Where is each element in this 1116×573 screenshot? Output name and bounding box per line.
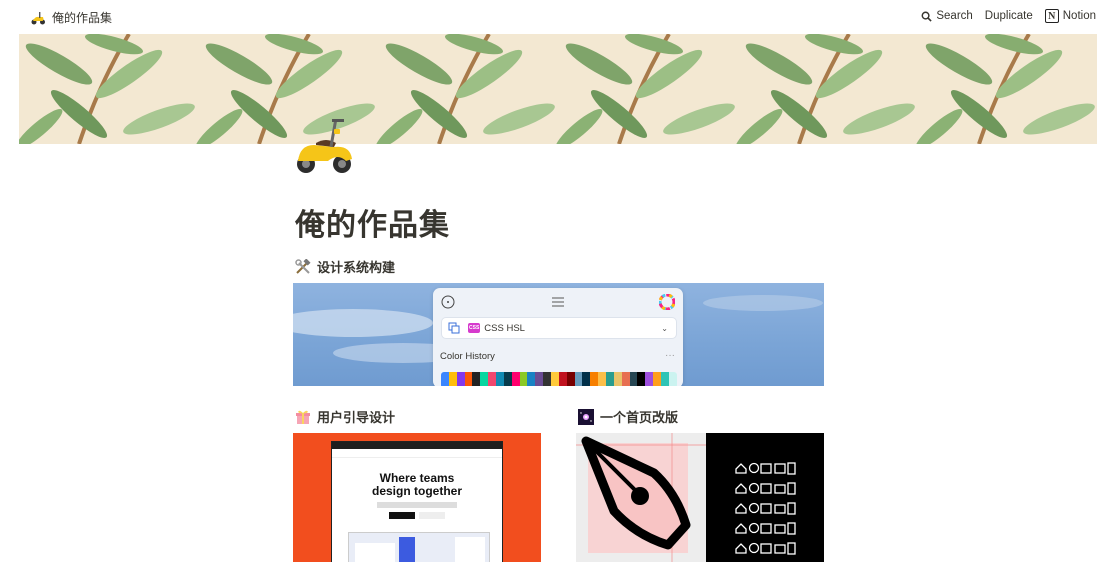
color-swatch[interactable] xyxy=(551,372,559,386)
section-title: 一个首页改版 xyxy=(600,410,679,425)
design-system-card[interactable]: CSS CSS HSL ⌄ Color History ··· xyxy=(293,283,824,386)
color-swatch[interactable] xyxy=(637,372,646,386)
section-title: 设计系统构建 xyxy=(317,260,396,275)
page-title: 俺的作品集 xyxy=(295,209,450,242)
editor-props xyxy=(455,537,485,562)
scooter-icon xyxy=(31,11,45,24)
color-swatch[interactable] xyxy=(527,372,536,386)
browser-titlebar xyxy=(332,442,502,449)
hero-buttons xyxy=(387,512,447,519)
cta-button[interactable] xyxy=(389,512,415,519)
color-swatch[interactable] xyxy=(472,372,481,386)
copy-icon xyxy=(448,322,460,334)
section-heading-design-system: 设计系统构建 xyxy=(295,257,395,276)
pen-tool-illustration xyxy=(576,433,796,562)
format-select-label: CSS HSL xyxy=(484,322,525,334)
hammer-wrench-icon xyxy=(295,258,311,274)
topbar: 俺的作品集 Search Duplicate N Notion xyxy=(0,0,1116,34)
section-title: 用户引导设计 xyxy=(317,410,396,425)
notion-logo-icon: N xyxy=(1044,9,1059,23)
color-swatch[interactable] xyxy=(566,372,575,386)
color-swatch[interactable] xyxy=(613,372,622,386)
search-icon xyxy=(921,11,933,22)
hero-headline-2: design together xyxy=(371,484,462,498)
color-swatch[interactable] xyxy=(598,372,607,386)
page-icon-scooter[interactable] xyxy=(294,115,356,177)
homepage-card[interactable] xyxy=(576,433,824,562)
willow-pattern xyxy=(19,34,1097,144)
hero-subtext xyxy=(377,502,457,508)
color-swatch[interactable] xyxy=(574,372,583,386)
color-swatch[interactable] xyxy=(668,372,677,386)
more-icon[interactable]: ··· xyxy=(665,350,675,361)
color-swatch[interactable] xyxy=(480,372,489,386)
color-swatch[interactable] xyxy=(543,372,552,386)
color-swatch[interactable] xyxy=(448,372,457,386)
secondary-button[interactable] xyxy=(419,512,445,519)
galaxy-icon xyxy=(578,408,594,425)
color-swatch[interactable] xyxy=(629,372,638,386)
color-swatch[interactable] xyxy=(488,372,497,386)
color-swatch[interactable] xyxy=(606,372,614,386)
browser-nav xyxy=(332,449,502,458)
notion-button[interactable]: N Notion xyxy=(1044,9,1096,23)
color-swatch[interactable] xyxy=(496,372,504,386)
compass-icon[interactable] xyxy=(441,295,455,309)
onboarding-card[interactable]: Where teams design together xyxy=(293,433,541,562)
section-heading-homepage: 一个首页改版 xyxy=(578,407,678,426)
color-wheel-icon[interactable] xyxy=(659,294,675,310)
css-badge: CSS xyxy=(468,323,481,333)
color-history-strip xyxy=(441,372,677,386)
color-swatch[interactable] xyxy=(441,372,449,386)
editor-preview xyxy=(348,532,490,562)
search-button[interactable]: Search xyxy=(921,10,973,22)
color-swatch[interactable] xyxy=(661,372,669,386)
color-swatch[interactable] xyxy=(456,372,465,386)
color-swatch[interactable] xyxy=(645,372,654,386)
search-label: Search xyxy=(936,10,973,22)
duplicate-label: Duplicate xyxy=(984,10,1033,22)
color-swatch[interactable] xyxy=(511,372,520,386)
format-select[interactable]: CSS CSS HSL ⌄ xyxy=(441,317,677,339)
color-swatch[interactable] xyxy=(582,372,591,386)
color-swatch[interactable] xyxy=(621,372,630,386)
color-swatch[interactable] xyxy=(503,372,512,386)
editor-canvas xyxy=(355,543,395,562)
breadcrumb-title: 俺的作品集 xyxy=(52,11,113,25)
color-swatch[interactable] xyxy=(653,372,662,386)
color-swatch[interactable] xyxy=(519,372,528,386)
color-swatch[interactable] xyxy=(590,372,599,386)
breadcrumb[interactable]: 俺的作品集 xyxy=(30,9,112,26)
color-swatch[interactable] xyxy=(535,372,544,386)
duplicate-button[interactable]: Duplicate xyxy=(985,10,1033,22)
topbar-actions: Search Duplicate N Notion xyxy=(921,9,1096,23)
cover-image[interactable] xyxy=(19,34,1097,144)
editor-panel-blue xyxy=(399,537,415,562)
color-swatch[interactable] xyxy=(558,372,567,386)
section-heading-onboarding: 用户引导设计 xyxy=(295,407,395,426)
menu-icon[interactable] xyxy=(552,297,564,307)
browser-window: Where teams design together xyxy=(331,441,503,562)
chevron-down-icon: ⌄ xyxy=(661,323,668,333)
color-swatch[interactable] xyxy=(464,372,473,386)
notion-label: Notion xyxy=(1062,10,1096,22)
color-picker-panel: CSS CSS HSL ⌄ Color History ··· xyxy=(433,288,683,386)
gift-icon xyxy=(296,410,310,424)
color-history-label: Color History xyxy=(440,351,495,362)
